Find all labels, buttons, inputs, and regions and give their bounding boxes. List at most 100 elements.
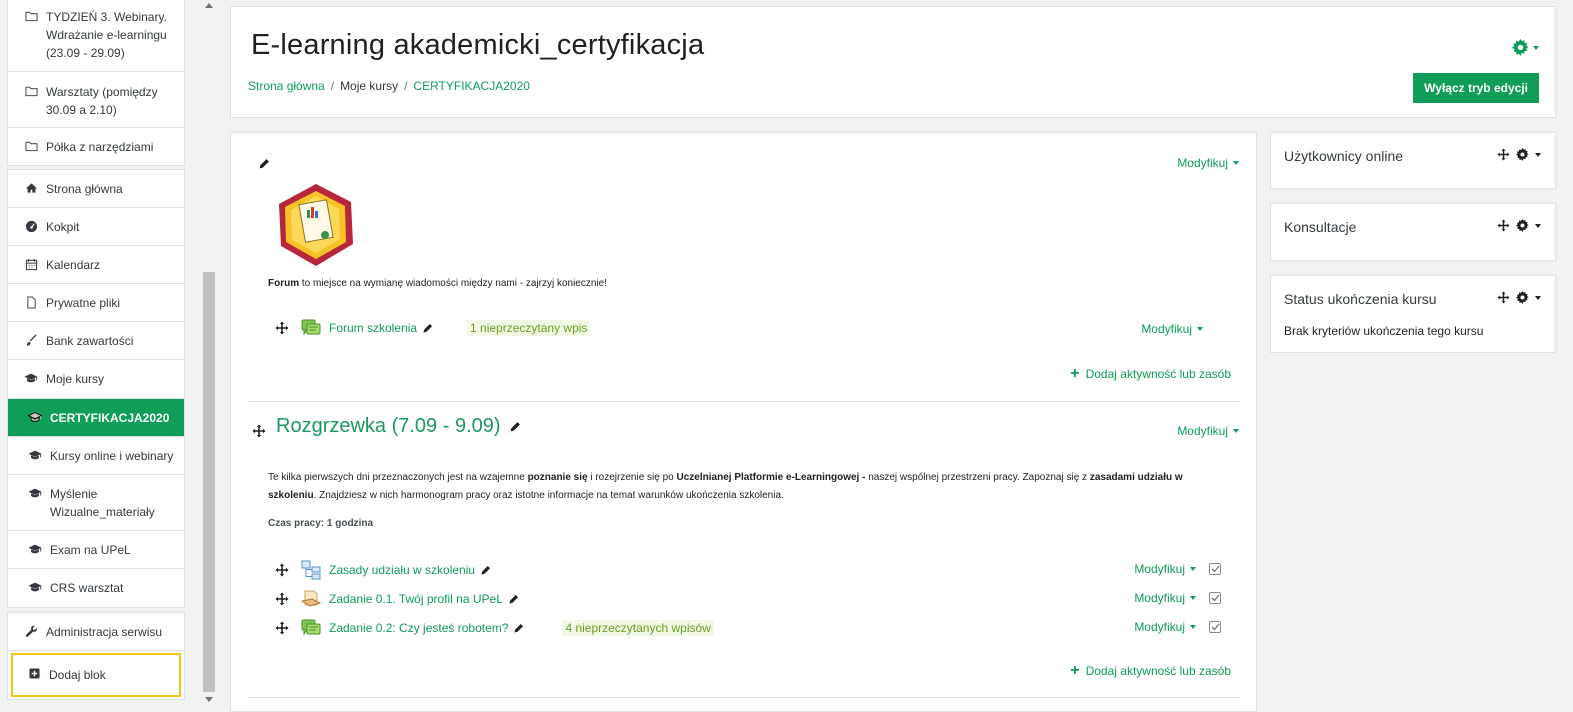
activity-modify-menu[interactable]: Modyfikuj	[1134, 620, 1221, 634]
caret-down-icon[interactable]	[1535, 152, 1541, 157]
pencil-icon[interactable]	[508, 594, 519, 605]
nav-item-workshops[interactable]: Warsztaty (pomiędzy 30.09 a 2.10)	[8, 72, 184, 128]
scrollbar-thumb[interactable]	[203, 272, 215, 692]
nav-item-label: TYDZIEŃ 3. Webinary. Wdrażanie e-learnin…	[46, 10, 167, 60]
nav-item-crs-workshop[interactable]: CRS warsztat	[8, 569, 184, 607]
caret-down-icon	[1190, 596, 1196, 600]
activity-rules[interactable]: Zasady udziału w szkoleniu	[275, 560, 491, 580]
nav-item-label: CERTYFIKACJA2020	[50, 411, 170, 425]
nav-item-private-files[interactable]: Prywatne pliki	[8, 284, 184, 322]
section-modify-menu[interactable]: Modyfikuj	[1177, 424, 1239, 438]
pencil-icon[interactable]	[513, 623, 524, 634]
add-block-button[interactable]: Dodaj blok	[11, 653, 181, 697]
drawer-scrollbar[interactable]	[202, 0, 216, 707]
breadcrumb-home[interactable]: Strona główna	[248, 79, 325, 93]
move-icon[interactable]	[275, 321, 289, 335]
home-icon	[24, 180, 38, 194]
block-title: Użytkownicy online	[1284, 148, 1404, 164]
nav-item-site-admin[interactable]: Administracja serwisu	[8, 613, 184, 651]
caret-down-icon[interactable]	[1535, 295, 1541, 300]
move-icon[interactable]	[275, 592, 289, 606]
nav-item-dashboard[interactable]: Kokpit	[8, 208, 184, 246]
check-icon	[1211, 594, 1220, 602]
scroll-down-arrow[interactable]	[205, 697, 213, 702]
summary-text: Te kilka pierwszych dni przeznaczonych j…	[268, 472, 528, 483]
completion-checkbox[interactable]	[1209, 621, 1221, 633]
nav-item-label: CRS warsztat	[50, 581, 124, 595]
nav-item-label: Kokpit	[46, 220, 80, 234]
breadcrumb-course[interactable]: CERTYFIKACJA2020	[413, 79, 530, 93]
add-activity-button[interactable]: + Dodaj aktywność lub zasób	[1070, 366, 1231, 382]
nav-item-my-courses[interactable]: Moje kursy	[8, 360, 184, 399]
course-settings-menu[interactable]	[1512, 39, 1539, 56]
add-activity-label: Dodaj aktywność lub zasób	[1085, 367, 1231, 381]
caret-down-icon	[1533, 45, 1539, 50]
activity-link[interactable]: Forum szkolenia	[329, 321, 417, 335]
activity-modify-menu[interactable]: Modyfikuj	[1134, 591, 1221, 605]
move-icon[interactable]	[275, 621, 289, 635]
caret-down-icon	[1233, 161, 1239, 165]
activity-link[interactable]: Zasady udziału w szkoleniu	[329, 563, 475, 577]
activity-robot[interactable]: Zadanie 0.2: Czy jesteś robotem? 4 niepr…	[275, 619, 714, 637]
graduation-cap-icon	[28, 579, 42, 593]
move-icon[interactable]	[1497, 219, 1510, 232]
nav-item-tools-shelf[interactable]: Półka z narzędziami	[8, 128, 184, 165]
unread-badge[interactable]: 1 nieprzeczytany wpis	[467, 320, 591, 336]
gear-icon[interactable]	[1516, 219, 1529, 232]
nav-item-exam-upel[interactable]: Exam na UPeL	[8, 531, 184, 569]
forum-icon	[301, 319, 321, 337]
graduation-cap-icon	[28, 447, 42, 461]
nav-item-label: Kalendarz	[46, 258, 101, 272]
move-icon[interactable]	[1497, 148, 1510, 161]
nav-item-calendar[interactable]: Kalendarz	[8, 246, 184, 284]
nav-item-label: Myślenie Wizualne_materiały	[50, 487, 155, 519]
pencil-icon[interactable]	[258, 158, 270, 170]
turn-editing-off-button[interactable]: Wyłącz tryb edycji	[1413, 73, 1539, 103]
scroll-up-arrow[interactable]	[205, 3, 213, 8]
nav-item-visual-thinking[interactable]: Myślenie Wizualne_materiały	[8, 475, 184, 531]
nav-item-content-bank[interactable]: Bank zawartości	[8, 322, 184, 360]
block-tools	[1497, 291, 1541, 304]
add-activity-button[interactable]: + Dodaj aktywność lub zasób	[1070, 663, 1231, 679]
nav-item-week3[interactable]: TYDZIEŃ 3. Webinary. Wdrażanie e-learnin…	[8, 0, 184, 72]
pencil-icon[interactable]	[422, 323, 433, 334]
nav-item-label: Kursy online i webinary	[50, 449, 174, 463]
folder-icon	[24, 8, 38, 22]
activity-modify-menu[interactable]: Modyfikuj	[1134, 562, 1221, 576]
summary-bold: Forum	[268, 278, 300, 289]
pencil-icon[interactable]	[480, 565, 491, 576]
caret-down-icon[interactable]	[1535, 223, 1541, 228]
unread-badge[interactable]: 4 nieprzeczytanych wpisów	[562, 620, 714, 636]
modify-label: Modyfikuj	[1134, 620, 1185, 634]
activity-profile[interactable]: Zadanie 0.1. Twój profil na UPeL	[275, 590, 519, 608]
caret-down-icon	[1190, 625, 1196, 629]
activity-link[interactable]: Zadanie 0.2: Czy jesteś robotem?	[329, 621, 508, 635]
summary-bold: poznanie się	[527, 472, 588, 483]
section-title[interactable]: Rozgrzewka (7.09 - 9.09)	[276, 415, 521, 438]
nav-item-label: Półka z narzędziami	[46, 140, 154, 154]
forum-badge-image	[279, 184, 353, 266]
nav-item-label: Administracja serwisu	[46, 625, 163, 639]
activity-modify-menu[interactable]: Modyfikuj	[1141, 322, 1203, 336]
caret-down-icon	[1197, 327, 1203, 331]
activity-link[interactable]: Zadanie 0.1. Twój profil na UPeL	[329, 592, 503, 606]
activity-forum[interactable]: Forum szkolenia 1 nieprzeczytany wpis	[275, 319, 591, 337]
section-modify-menu[interactable]: Modyfikuj	[1177, 156, 1239, 170]
completion-status-text: Brak kryteriów ukończenia tego kursu	[1284, 324, 1484, 338]
move-icon[interactable]	[252, 424, 266, 438]
section-title-text[interactable]: Rozgrzewka (7.09 - 9.09)	[276, 415, 501, 438]
breadcrumb-my-courses[interactable]: Moje kursy	[340, 79, 398, 93]
section-summary: Forum to miejsce na wymianę wiadomości m…	[268, 278, 607, 289]
modify-label: Modyfikuj	[1141, 322, 1192, 336]
nav-item-certyfikacja2020[interactable]: CERTYFIKACJA2020	[8, 399, 184, 437]
completion-checkbox[interactable]	[1209, 563, 1221, 575]
gear-icon[interactable]	[1516, 148, 1529, 161]
nav-item-home[interactable]: Strona główna	[8, 170, 184, 208]
pencil-icon[interactable]	[509, 421, 521, 433]
completion-checkbox[interactable]	[1209, 592, 1221, 604]
move-icon[interactable]	[1497, 291, 1510, 304]
gear-icon[interactable]	[1516, 291, 1529, 304]
nav-item-online-courses[interactable]: Kursy online i webinary	[8, 437, 184, 475]
move-icon[interactable]	[275, 563, 289, 577]
block-tools	[1497, 148, 1541, 161]
